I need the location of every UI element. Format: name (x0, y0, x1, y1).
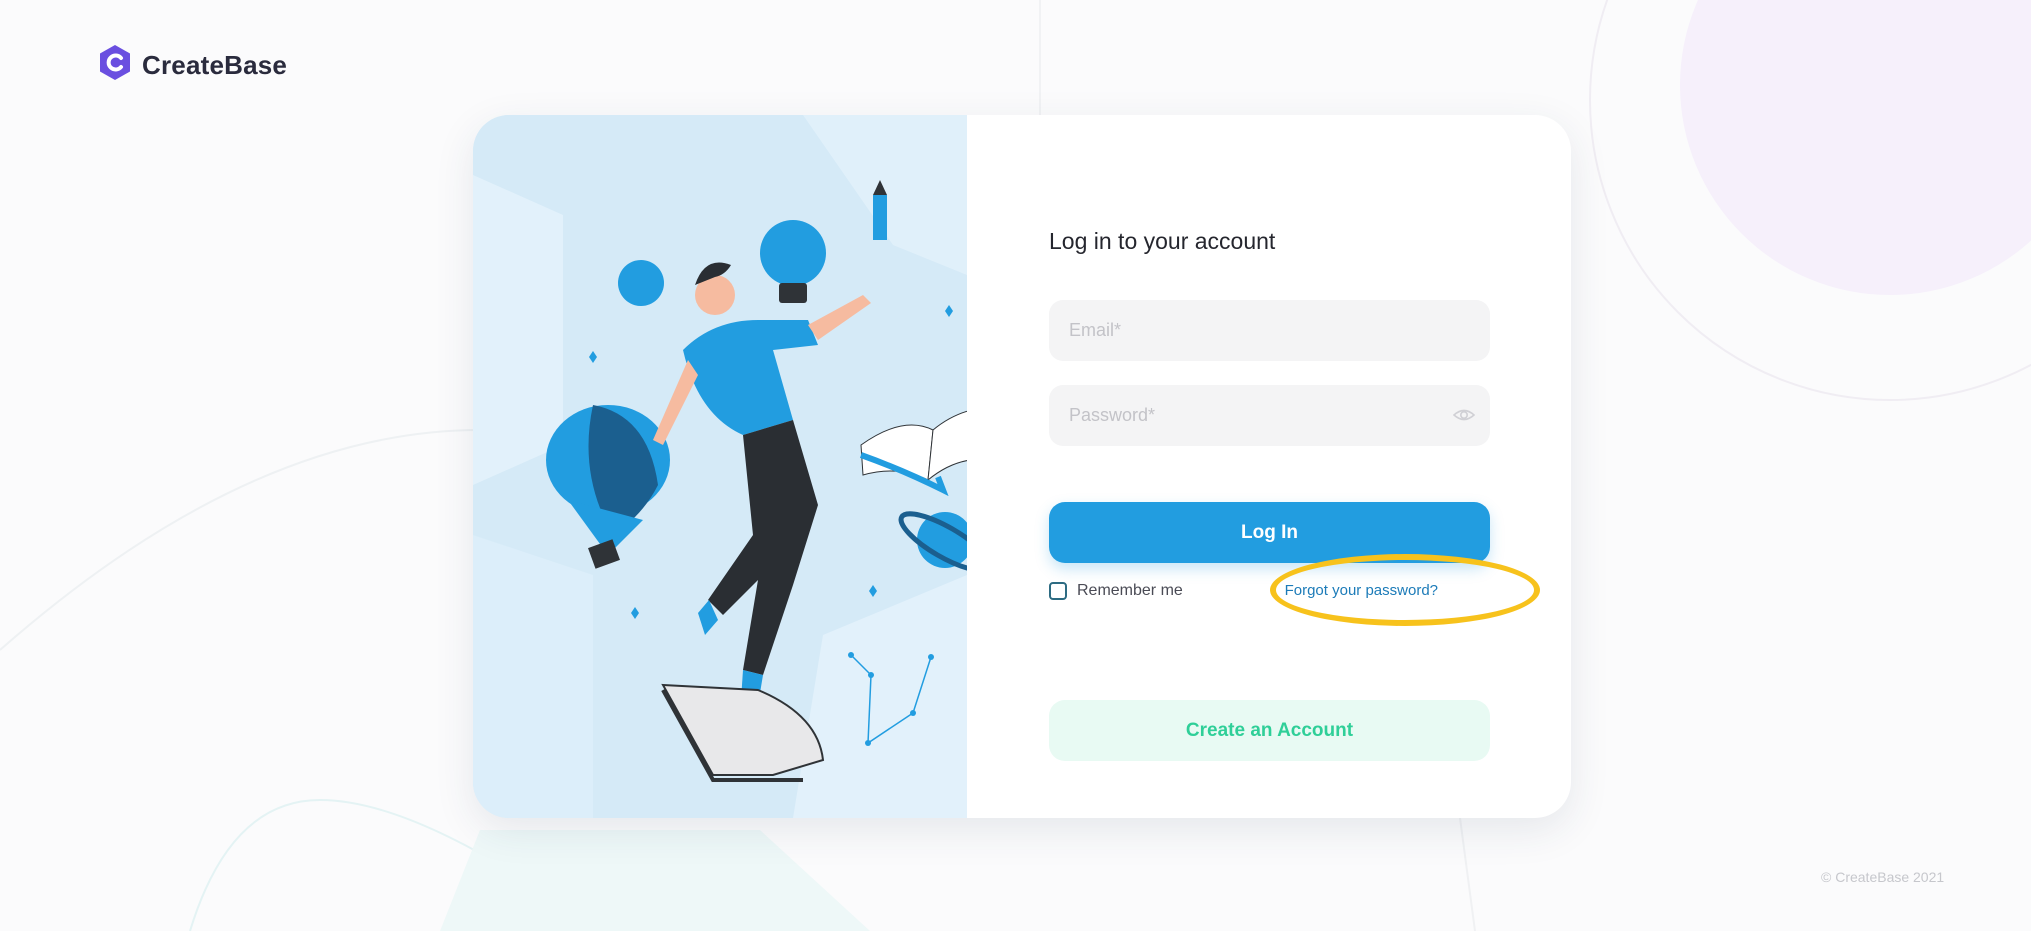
brand-name: CreateBase (142, 49, 288, 80)
remember-me-label: Remember me (1077, 582, 1183, 599)
login-heading: Log in to your account (1049, 228, 1276, 254)
hero-illustration (473, 115, 1004, 818)
login-form: Log in to your account Log In Remember m… (967, 115, 1571, 818)
eye-icon[interactable] (1452, 405, 1476, 425)
create-account-button[interactable]: Create an Account (1049, 700, 1490, 761)
remember-me-checkbox[interactable] (1049, 582, 1067, 600)
remember-me[interactable]: Remember me (1049, 582, 1183, 600)
createbase-logo-icon (98, 44, 132, 86)
brand-logo[interactable]: CreateBase (98, 44, 287, 86)
copyright-text: © CreateBase 2021 (1821, 869, 1945, 885)
login-card: Log in to your account Log In Remember m… (473, 115, 1571, 818)
email-field[interactable] (1049, 300, 1490, 361)
forgot-password-link[interactable]: Forgot your password? (1260, 582, 1438, 599)
password-field[interactable] (1049, 385, 1490, 446)
